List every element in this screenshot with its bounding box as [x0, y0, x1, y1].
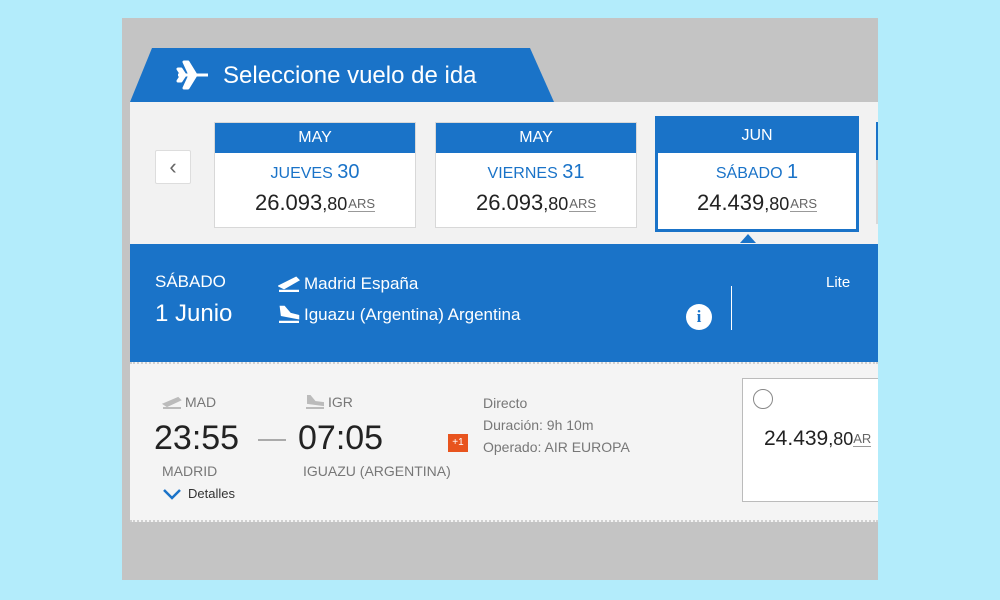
route-summary: SÁBADO 1 Junio Madrid España Iguazu (Arg…	[130, 244, 878, 362]
next-day-badge: +1	[448, 434, 468, 452]
date-price: 26.093,80ARS	[254, 190, 376, 215]
date-price: 24.439,80ARS	[696, 190, 818, 215]
flight-option-row[interactable]: MAD IGR 23:55 07:05 +1 MADRID IGUAZU (AR…	[130, 362, 878, 522]
date-day: JUEVES 30	[270, 161, 360, 183]
airplane-icon	[176, 60, 208, 90]
selected-date-pointer	[740, 234, 756, 243]
flight-stops: Directo	[483, 395, 528, 411]
date-option-jun-1-selected[interactable]: JUN SÁBADO 1 24.439,80ARS	[655, 116, 859, 232]
origin-city: MADRID	[162, 463, 218, 479]
header-tab: Seleccione vuelo de ida	[130, 48, 570, 102]
flight-selection-panel: Seleccione vuelo de ida ‹ MAY JUEVES 30 …	[122, 18, 878, 580]
date-month: JUN	[658, 119, 856, 153]
summary-destination: Iguazu (Argentina) Argentina	[278, 305, 520, 325]
summary-origin: Madrid España	[277, 274, 418, 294]
info-icon[interactable]: i	[686, 304, 712, 330]
origin-code: MAD	[161, 394, 216, 410]
date-day: SÁBADO 1	[715, 161, 799, 183]
date-option-may-31[interactable]: MAY VIERNES 31 26.093,80ARS	[435, 122, 637, 228]
flight-operator: Operado: AIR EUROPA	[483, 439, 630, 455]
destination-city: IGUAZU (ARGENTINA)	[303, 463, 451, 479]
date-selector: ‹ MAY JUEVES 30 26.093,80ARS MAY VIERNES…	[130, 102, 878, 244]
destination-code: IGR	[305, 394, 353, 410]
summary-divider	[731, 286, 732, 330]
page-title: Seleccione vuelo de ida	[223, 62, 477, 89]
summary-date: 1 Junio	[155, 300, 233, 327]
departure-time: 23:55	[154, 419, 240, 457]
date-price: 26.093,80ARS	[475, 190, 597, 215]
landing-icon	[306, 395, 324, 409]
fare-radio[interactable]	[753, 389, 773, 409]
fare-price: 24.439,80AR	[764, 427, 872, 450]
chevron-left-icon: ‹	[169, 154, 177, 179]
time-separator	[258, 439, 286, 441]
landing-icon	[279, 305, 300, 324]
date-option-may-30[interactable]: MAY JUEVES 30 26.093,80ARS	[214, 122, 416, 228]
next-date-card-border	[876, 160, 878, 224]
next-date-card-edge[interactable]	[876, 122, 878, 160]
flight-duration: Duración: 9h 10m	[483, 417, 594, 433]
arrival-time: 07:05	[298, 419, 384, 457]
details-toggle[interactable]: Detalles	[162, 486, 235, 501]
previous-dates-button[interactable]: ‹	[155, 150, 191, 184]
date-month: MAY	[436, 123, 636, 153]
takeoff-icon	[277, 276, 301, 293]
date-day: VIERNES 31	[487, 161, 585, 183]
summary-weekday: SÁBADO	[155, 272, 226, 291]
lite-fare-option[interactable]: 24.439,80AR	[742, 378, 878, 502]
takeoff-icon	[161, 396, 182, 409]
fare-class-label: Lite	[826, 274, 851, 291]
date-month: MAY	[215, 123, 415, 153]
chevron-down-icon	[163, 489, 181, 500]
